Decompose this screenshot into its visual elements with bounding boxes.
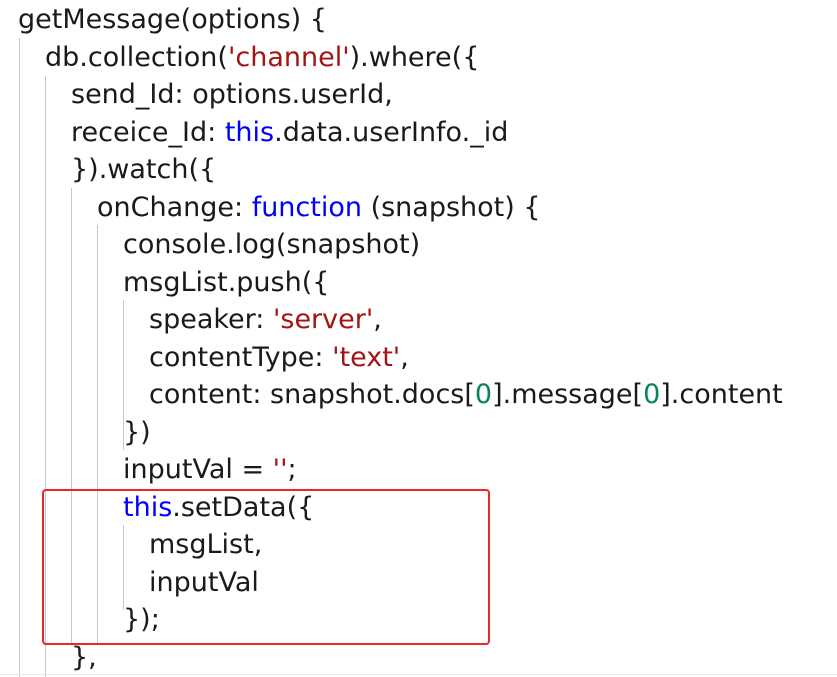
code-token: contentType: <box>149 341 333 373</box>
code-token: 0 <box>474 379 493 410</box>
code-token: content: snapshot.docs[ <box>149 379 475 410</box>
code-token: 'text' <box>332 341 401 373</box>
code-token: }, <box>71 641 97 673</box>
code-token: '' <box>272 454 288 485</box>
code-token: msgList.push({ <box>123 266 330 298</box>
code-token: this <box>224 116 275 148</box>
code-line[interactable]: }).watch({ <box>71 151 216 188</box>
code-line[interactable]: getMessage(options) { <box>18 1 327 38</box>
code-token: 'channel' <box>227 41 350 73</box>
code-token: ].content <box>660 379 783 410</box>
code-editor[interactable]: getMessage(options) { db.collection('chan… <box>0 0 837 677</box>
code-line[interactable]: console.log(snapshot) <box>123 226 420 263</box>
code-token: }).watch({ <box>71 154 217 185</box>
code-token: db.collection( <box>45 41 228 73</box>
code-token: ).where({ <box>349 41 480 73</box>
code-token: (snapshot) { <box>361 191 541 223</box>
code-token: 'server' <box>272 304 374 335</box>
code-token: send_Id: options.userId, <box>71 79 393 110</box>
code-line[interactable]: speaker: 'server', <box>149 301 382 338</box>
indent-guide-line <box>19 38 20 677</box>
code-token: }) <box>123 416 151 448</box>
code-token: ].message[ <box>492 379 644 410</box>
code-line[interactable]: }) <box>123 414 151 451</box>
code-token: , <box>400 341 409 373</box>
code-token: console.log(snapshot) <box>123 229 421 260</box>
code-line[interactable]: receice_Id: this.data.userInfo._id <box>71 114 508 151</box>
code-token: ; <box>287 454 297 485</box>
code-token: receice_Id: <box>71 116 225 148</box>
code-token: , <box>373 304 382 335</box>
code-token: inputVal = <box>123 454 273 485</box>
code-token: getMessage(options) { <box>18 4 327 35</box>
code-line[interactable]: onChange: function (snapshot) { <box>97 189 541 226</box>
highlight-box <box>42 489 490 645</box>
code-line[interactable]: contentType: 'text', <box>149 339 409 376</box>
code-line[interactable]: db.collection('channel').where({ <box>45 39 479 76</box>
code-token: speaker: <box>149 304 273 335</box>
code-token: onChange: <box>97 191 252 223</box>
code-line[interactable]: msgList.push({ <box>123 264 329 301</box>
code-line[interactable]: send_Id: options.userId, <box>71 76 393 113</box>
code-token: .data.userInfo._id <box>274 116 509 148</box>
code-line[interactable]: content: snapshot.docs[0].message[0].con… <box>149 376 783 413</box>
code-line[interactable]: inputVal = ''; <box>123 451 297 488</box>
code-token: 0 <box>643 379 661 410</box>
code-token: function <box>251 191 362 223</box>
bottom-divider <box>0 674 837 675</box>
